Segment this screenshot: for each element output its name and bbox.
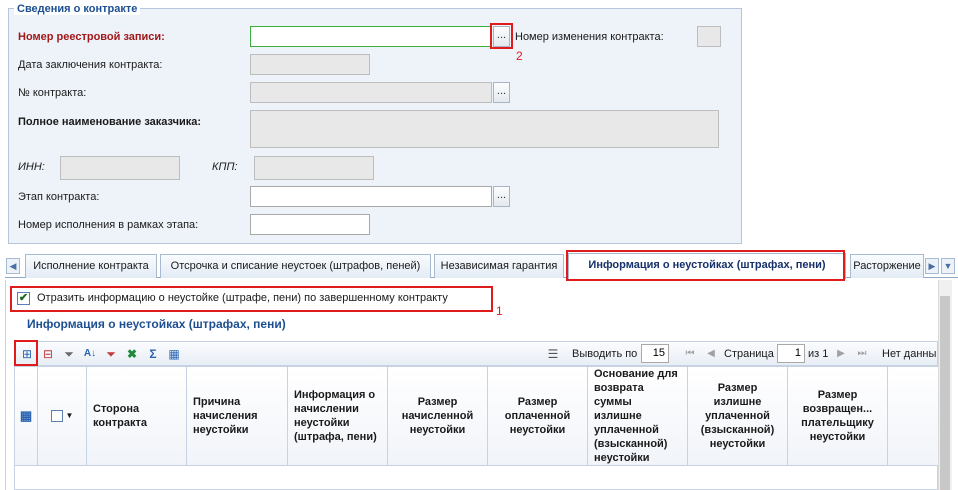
penalty-grid: ▦ ▼ Сторона контракта Причина начисления… bbox=[14, 366, 939, 490]
sort-icon[interactable]: A↓ bbox=[82, 346, 98, 362]
clear-filter-icon[interactable]: ⏷ bbox=[103, 346, 119, 362]
highlight-box-tab bbox=[566, 250, 845, 281]
no-data-label: Нет данны bbox=[882, 348, 937, 360]
penalty-section-title: Информация о неустойках (штрафах, пени) bbox=[27, 317, 286, 331]
col-accrued-amount[interactable]: Размер начисленной неустойки bbox=[388, 367, 488, 466]
contract-number-input[interactable] bbox=[250, 82, 492, 103]
grid-toolbar: ⊞ ⊟ ⏷ A↓ ⏷ ✖ Σ ▦ ☰ Выводить по 15 ⏮ ◀ Ст… bbox=[14, 341, 938, 366]
page-size-input[interactable]: 15 bbox=[641, 344, 669, 363]
change-number-label: Номер изменения контракта: bbox=[515, 31, 664, 43]
annotation-1: 1 bbox=[496, 304, 503, 318]
execution-number-label: Номер исполнения в рамках этапа: bbox=[18, 219, 199, 231]
tab-independent-guarantee[interactable]: Независимая гарантия bbox=[434, 254, 564, 278]
change-number-input[interactable] bbox=[697, 26, 721, 47]
contract-number-label: № контракта: bbox=[18, 87, 87, 99]
delete-row-icon[interactable]: ⊟ bbox=[40, 346, 56, 362]
execution-number-input[interactable] bbox=[250, 214, 370, 235]
column-settings-icon[interactable]: ▦ bbox=[166, 346, 182, 362]
inn-label: ИНН: bbox=[18, 161, 45, 173]
reg-number-input[interactable] bbox=[250, 26, 492, 47]
customer-name-label: Полное наименование заказчика: bbox=[18, 116, 202, 128]
col-returned-amount[interactable]: Размер возвращен... плательщику неустойк… bbox=[788, 367, 888, 466]
last-page-icon[interactable]: ⏭ bbox=[854, 346, 870, 362]
customer-name-input[interactable] bbox=[250, 110, 719, 148]
annotation-2: 2 bbox=[516, 49, 523, 63]
stage-label: Этап контракта: bbox=[18, 191, 100, 203]
page-of-label: из 1 bbox=[808, 348, 829, 360]
stage-input[interactable] bbox=[250, 186, 492, 207]
tab-list-button[interactable]: ▼ bbox=[941, 258, 955, 274]
col-penalty-reason[interactable]: Причина начисления неустойки bbox=[187, 367, 288, 466]
conclusion-date-label: Дата заключения контракта: bbox=[18, 59, 163, 71]
stage-lookup-button[interactable]: ... bbox=[493, 186, 510, 207]
filter-icon[interactable]: ⏷ bbox=[61, 346, 77, 362]
col-contract-party[interactable]: Сторона контракта bbox=[87, 367, 187, 466]
inn-input[interactable] bbox=[60, 156, 180, 180]
grid-settings-icon[interactable]: ▦ bbox=[15, 367, 38, 466]
tab-scroll-right-button[interactable]: ▶ bbox=[925, 258, 939, 274]
col-refund-basis[interactable]: Основание для возврата суммы излишне упл… bbox=[588, 367, 688, 466]
tab-deferral-writeoff[interactable]: Отсрочка и списание неустоек (штрафов, п… bbox=[160, 254, 431, 278]
tab-contract-execution[interactable]: Исполнение контракта bbox=[25, 254, 157, 278]
highlight-box-3 bbox=[14, 340, 38, 366]
tab-scroll-left-button[interactable]: ◀ bbox=[6, 258, 20, 274]
contract-info-legend: Сведения о контракте bbox=[14, 3, 141, 15]
page-label: Страница bbox=[724, 348, 774, 360]
tab-termination[interactable]: Расторжение bbox=[850, 254, 924, 278]
kpp-input[interactable] bbox=[254, 156, 374, 180]
highlight-box-1 bbox=[10, 286, 493, 312]
contract-number-lookup-button[interactable]: ... bbox=[493, 82, 510, 103]
select-all-checkbox[interactable]: ▼ bbox=[38, 367, 87, 466]
col-filler bbox=[888, 367, 939, 466]
sum-icon[interactable]: Σ bbox=[145, 346, 161, 362]
first-page-icon[interactable]: ⏮ bbox=[682, 346, 698, 362]
excel-export-icon[interactable]: ✖ bbox=[124, 346, 140, 362]
col-penalty-info[interactable]: Информация о начислении неустойки (штраф… bbox=[288, 367, 388, 466]
highlight-box-2 bbox=[490, 23, 513, 49]
next-page-icon[interactable]: ▶ bbox=[833, 346, 849, 362]
reg-number-label: Номер реестровой записи: bbox=[18, 31, 165, 43]
page-settings-icon[interactable]: ☰ bbox=[545, 346, 561, 362]
page-size-label: Выводить по bbox=[572, 348, 638, 360]
col-overpaid-amount[interactable]: Размер излишне уплаченной (взысканной) н… bbox=[688, 367, 788, 466]
col-paid-amount[interactable]: Размер оплаченной неустойки bbox=[488, 367, 588, 466]
conclusion-date-input[interactable] bbox=[250, 54, 370, 75]
kpp-label: КПП: bbox=[212, 161, 238, 173]
prev-page-icon[interactable]: ◀ bbox=[703, 346, 719, 362]
scrollbar-thumb[interactable] bbox=[940, 296, 950, 490]
page-number-input[interactable]: 1 bbox=[777, 344, 805, 363]
